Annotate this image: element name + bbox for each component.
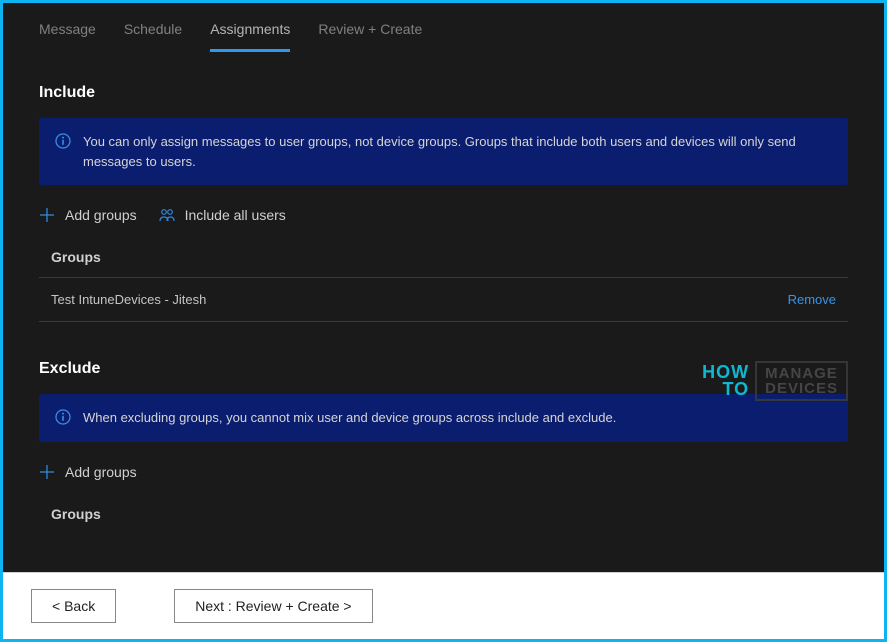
add-groups-button[interactable]: Add groups [39, 207, 137, 223]
back-button[interactable]: < Back [31, 589, 116, 623]
tab-schedule[interactable]: Schedule [124, 21, 182, 52]
content-area: Include You can only assign messages to … [3, 52, 884, 598]
exclude-actions: Add groups [39, 464, 848, 480]
users-icon [159, 207, 175, 223]
exclude-groups-header: Groups [39, 506, 848, 522]
remove-group-link[interactable]: Remove [788, 292, 836, 307]
include-heading: Include [39, 84, 848, 102]
watermark-how-to: HOW TO [702, 364, 749, 398]
watermark-manage-devices: MANAGE DEVICES [755, 361, 848, 401]
tab-message[interactable]: Message [39, 21, 96, 52]
tab-assignments[interactable]: Assignments [210, 21, 290, 52]
add-groups-exclude-label: Add groups [65, 464, 137, 480]
include-groups-table: Test IntuneDevices - Jitesh Remove [39, 277, 848, 322]
app-window: Message Schedule Assignments Review + Cr… [3, 3, 884, 639]
next-button[interactable]: Next : Review + Create > [174, 589, 372, 623]
info-icon [55, 409, 71, 425]
plus-icon [39, 464, 55, 480]
exclude-info-text: When excluding groups, you cannot mix us… [83, 408, 616, 428]
include-info-box: You can only assign messages to user gro… [39, 118, 848, 185]
info-icon [55, 133, 71, 149]
add-groups-label: Add groups [65, 207, 137, 223]
include-all-users-label: Include all users [185, 207, 286, 223]
include-groups-header: Groups [39, 249, 848, 265]
wizard-tabs: Message Schedule Assignments Review + Cr… [3, 3, 884, 52]
include-info-text: You can only assign messages to user gro… [83, 132, 832, 171]
plus-icon [39, 207, 55, 223]
add-groups-exclude-button[interactable]: Add groups [39, 464, 137, 480]
include-all-users-button[interactable]: Include all users [159, 207, 286, 223]
watermark: HOW TO MANAGE DEVICES [702, 361, 848, 401]
group-name-cell: Test IntuneDevices - Jitesh [51, 292, 206, 307]
wizard-footer: < Back Next : Review + Create > [3, 572, 884, 639]
tab-review-create[interactable]: Review + Create [318, 21, 422, 52]
include-actions: Add groups Include all users [39, 207, 848, 223]
table-row: Test IntuneDevices - Jitesh Remove [39, 277, 848, 322]
exclude-info-box: When excluding groups, you cannot mix us… [39, 394, 848, 442]
